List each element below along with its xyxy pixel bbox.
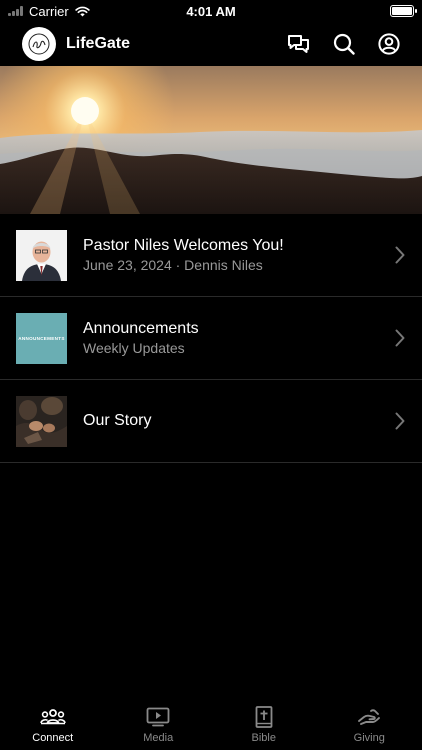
status-bar: Carrier 4:01 AM [0, 0, 422, 22]
app-title: LifeGate [66, 35, 131, 52]
status-left: Carrier [8, 4, 90, 19]
battery-icon [390, 5, 417, 17]
worship-photo-thumbnail [16, 395, 67, 447]
chevron-right-icon [394, 245, 406, 265]
list-item-title: Pastor Niles Welcomes You! [83, 236, 284, 254]
list-item-text: Our Story [83, 411, 394, 431]
tab-bar: Connect Media Bible Giving [0, 698, 422, 750]
church-logo-icon[interactable] [22, 27, 56, 61]
list-item-title: Announcements [83, 319, 199, 337]
group-icon [39, 706, 66, 728]
search-icon[interactable] [332, 33, 355, 56]
list-item-subtitle: Weekly Updates [83, 339, 185, 356]
tab-label: Giving [353, 732, 385, 744]
profile-icon[interactable] [377, 33, 400, 56]
header-actions [287, 33, 400, 56]
bible-icon [255, 706, 273, 728]
chevron-right-icon [394, 411, 406, 431]
hands-icon [357, 706, 381, 728]
tab-label: Bible [251, 732, 276, 744]
hero-sunrise-image [0, 66, 422, 214]
tab-bible[interactable]: Bible [211, 698, 317, 750]
tab-label: Connect [32, 732, 74, 744]
tab-media[interactable]: Media [106, 698, 212, 750]
list-item-text: Pastor Niles Welcomes You! June 23, 2024… [83, 236, 394, 275]
content-list: Pastor Niles Welcomes You! June 23, 2024… [0, 214, 422, 463]
list-item-title: Our Story [83, 412, 152, 429]
carrier-label: Carrier [29, 3, 69, 19]
wifi-icon [75, 6, 90, 16]
list-item-subtitle: June 23, 2024 · Dennis Niles [83, 256, 263, 273]
list-item-text: Announcements Weekly Updates [83, 319, 394, 358]
video-icon [146, 706, 170, 728]
chat-icon[interactable] [287, 33, 310, 56]
signal-icon [8, 6, 23, 16]
tab-connect[interactable]: Connect [0, 698, 106, 750]
list-item-our-story[interactable]: Our Story [0, 380, 422, 463]
announcements-thumbnail-text: ANNOUNCEMENTS [18, 335, 65, 341]
announcements-thumbnail: ANNOUNCEMENTS [16, 312, 67, 364]
tab-label: Media [143, 732, 174, 744]
chevron-right-icon [394, 328, 406, 348]
list-item-pastor-welcome[interactable]: Pastor Niles Welcomes You! June 23, 2024… [0, 214, 422, 297]
app-header: LifeGate [0, 22, 422, 66]
pastor-photo-thumbnail [16, 229, 67, 281]
list-item-announcements[interactable]: ANNOUNCEMENTS Announcements Weekly Updat… [0, 297, 422, 380]
tab-giving[interactable]: Giving [317, 698, 422, 750]
